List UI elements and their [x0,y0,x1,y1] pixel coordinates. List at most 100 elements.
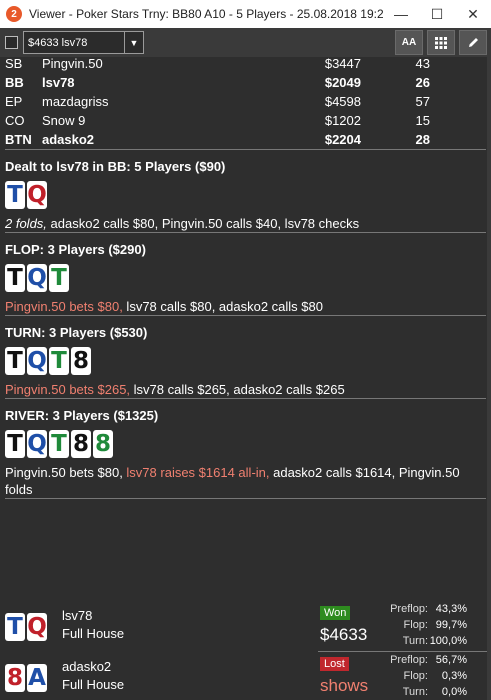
seat-player-name: Pingvin.50 [42,57,103,71]
player-select[interactable]: $4633 lsv78 ▼ [23,31,144,54]
equity-label: Preflop: [390,603,428,615]
hand-history-panel[interactable]: SB Pingvin.50 $3447 43 BB lsv78 $2049 26 EP mazda… [0,57,491,700]
seat-position: SB [5,57,23,71]
equity-flop: Flop: 99,7% [380,617,467,633]
playing-card: 8 [93,430,113,458]
seat-player-name: Snow 9 [42,113,86,128]
playing-card: T [5,430,25,458]
seat-big-blinds: 57 [415,94,430,109]
seat-stack: $2049 [324,75,361,90]
equity-preflop: Preflop: 56,7% [380,652,467,668]
seat-big-blinds: 28 [415,132,430,147]
action-highlight: Pingvin.50 bets $80, [5,299,123,314]
playing-card: T [49,430,69,458]
street-section: RIVER: 3 Players ($1325) T Q T 8 8 Pingvin.50 … [0,408,491,498]
action-highlight: lsv78 raises $1614 all-in, [126,465,270,480]
edit-button[interactable] [459,30,487,55]
board-cards: TQT8 [5,347,486,375]
seat-row: SB Pingvin.50 $3447 43 [0,57,430,73]
seats-table: SB Pingvin.50 $3447 43 BB lsv78 $2049 26 EP mazda… [0,57,430,149]
playing-card: 8 [71,430,91,458]
equity-turn: Turn: 100,0% [380,633,467,649]
playing-card: T [49,264,69,292]
equity-value: 0,0% [441,686,467,698]
result-status-badge: Won [320,606,351,620]
seat-row: BTN adasko2 $2204 28 [0,130,430,149]
playing-card: T [5,613,25,641]
divider [5,149,486,150]
result-player-name: adasko2 [62,659,112,674]
result-status-badge: Lost [320,657,349,671]
playing-card: T [5,347,25,375]
action-text: Pingvin.50 bets $80, [5,465,127,480]
playing-card: Q [27,613,47,641]
playing-card: Q [27,264,47,292]
grid-view-button[interactable] [427,30,455,55]
playing-card: 8 [5,664,25,692]
grid-icon [435,36,447,49]
divider [5,398,486,399]
action-text: lsv78 calls $265, adasko2 calls $265 [130,382,345,397]
playing-card: Q [27,347,47,375]
maximize-button[interactable]: ☐ [419,0,455,28]
playing-card: 8 [71,347,91,375]
result-player-name: lsv78 [62,608,93,623]
action-text: adasko2 calls $80, Pingvin.50 calls $40,… [46,216,360,231]
seat-row: EP mazdagriss $4598 57 [0,92,430,111]
street-title: FLOP: 3 Players ($290) [5,242,146,257]
street-actions: Pingvin.50 bets $80, lsv78 calls $80, ad… [5,298,486,315]
action-highlight: Pingvin.50 bets $265, [5,382,131,397]
seat-player-name: lsv78 [42,75,75,90]
result-player: lsv78 Full House [62,607,124,643]
action-folds: 2 folds, [5,216,47,231]
equity-value: 100,0% [429,635,467,647]
result-amount: $4633 [320,625,368,644]
street-title: TURN: 3 Players ($530) [5,325,148,340]
equity-flop: Flop: 0,3% [380,668,467,684]
street-actions: 2 folds, adasko2 calls $80, Pingvin.50 c… [5,215,486,232]
scrollbar[interactable] [487,57,491,700]
playing-card: A [27,664,47,692]
seat-player-name: adasko2 [42,132,95,147]
playing-card: T [49,347,69,375]
street-section: FLOP: 3 Players ($290) T Q T Pingvin.50 bets… [0,242,491,315]
seat-row: BB lsv78 $2049 26 [0,73,430,92]
equity-preflop: Preflop: 43,3% [380,601,467,617]
playing-card: Q [27,430,47,458]
minimize-button[interactable]: — [383,0,419,28]
equity-label: Turn: [402,635,428,647]
street-title: RIVER: 3 Players ($1325) [5,408,159,423]
equity-turn: Turn: 0,0% [380,684,467,700]
seat-big-blinds: 26 [415,75,430,90]
playing-card: T [5,181,25,209]
seat-position: BTN [5,132,32,147]
seat-stack: $1202 [324,113,361,128]
street-section: Dealt to lsv78 in BB: 5 Players ($90) T Q 2… [0,159,491,232]
equity-value: 99,7% [435,619,467,631]
divider [5,232,486,233]
close-button[interactable]: ✕ [455,0,491,28]
seat-position: CO [5,113,25,128]
equity-value: 0,3% [441,670,467,682]
equity-stats: Preflop: 56,7% Flop: 0,3% Turn: 0,0% [380,652,467,700]
seat-stack: $3447 [324,57,361,71]
chevron-down-icon[interactable]: ▼ [124,32,143,53]
street-section: TURN: 3 Players ($530) T Q T 8 Pingvin.50 bet… [0,325,491,398]
player-hole-cards: 8A [5,664,47,692]
select-checkbox[interactable] [5,36,18,49]
player-select-value: $4633 lsv78 [28,36,88,49]
playing-card: T [5,264,25,292]
seat-player-name: mazdagriss [42,94,109,109]
seat-position: BB [5,75,24,90]
equity-label: Turn: [402,686,428,698]
result-player: adasko2 Full House [62,658,124,694]
equity-value: 56,7% [435,654,467,666]
seat-position: EP [5,94,23,109]
seat-big-blinds: 43 [415,57,430,71]
equity-label: Flop: [403,670,428,682]
divider [5,498,486,499]
toolbar: $4633 lsv78 ▼ AA [0,28,491,57]
font-size-button[interactable]: AA [395,30,423,55]
street-title: Dealt to lsv78 in BB: 5 Players ($90) [5,159,226,174]
street-actions: Pingvin.50 bets $80, lsv78 raises $1614 … [5,464,486,498]
